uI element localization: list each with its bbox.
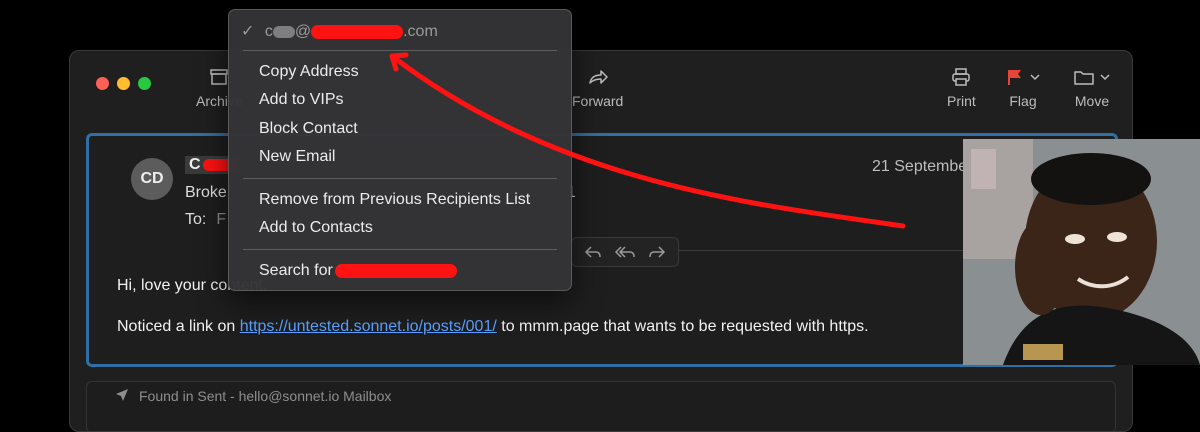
- found-in-sent-text: Found in Sent - hello@sonnet.io Mailbox: [139, 388, 392, 404]
- zoom-window-button[interactable]: [138, 77, 151, 90]
- to-label: To:: [185, 211, 207, 228]
- move-folder-icon: [1074, 71, 1094, 85]
- body-paragraph: Noticed a link on https://untested.sonne…: [117, 318, 869, 336]
- contact-context-menu: ✓ c @ .com Copy Address Add to VIPs Block …: [228, 9, 572, 291]
- flag-label: Flag: [1009, 93, 1037, 109]
- to-value[interactable]: F: [216, 211, 226, 228]
- found-in-sent-bar[interactable]: Found in Sent - hello@sonnet.io Mailbox: [86, 381, 1116, 431]
- subject-start: Broke: [185, 184, 227, 201]
- redaction-scribble: [334, 263, 457, 278]
- message-date: 21 September: [872, 158, 973, 175]
- menu-divider: [243, 249, 557, 250]
- menu-item-add-to-contacts[interactable]: Add to Contacts: [259, 219, 373, 237]
- meme-photo: [963, 139, 1200, 365]
- sent-arrow-icon: [116, 389, 128, 401]
- flag-icon: [1008, 70, 1021, 85]
- forward-small-icon[interactable]: [648, 245, 666, 259]
- menu-divider: [243, 178, 557, 179]
- address-at: @: [294, 23, 312, 40]
- menu-item-remove-from-recipients[interactable]: Remove from Previous Recipients List: [259, 191, 530, 209]
- forward-icon: [588, 70, 608, 84]
- menu-divider: [243, 50, 557, 51]
- forward-label: Forward: [572, 93, 624, 109]
- address-start: c: [264, 23, 273, 40]
- message-actions: [571, 237, 679, 267]
- body-link[interactable]: https://untested.sonnet.io/posts/001/: [240, 318, 497, 335]
- reply-icon[interactable]: [584, 245, 602, 259]
- body-line2-prefix: Noticed a link on: [117, 318, 240, 335]
- print-icon: [952, 68, 971, 86]
- address-domain: .com: [403, 23, 438, 40]
- redaction-scribble: [311, 24, 404, 39]
- body-line1: Hi, love your c: [117, 277, 219, 294]
- body-line2-suffix: to mmm.page that wants to be requested w…: [496, 318, 869, 335]
- flag-button[interactable]: Flag: [1006, 67, 1040, 109]
- menu-item-copy-address[interactable]: Copy Address: [259, 63, 359, 81]
- window-controls: [96, 77, 151, 90]
- archive-icon: [210, 69, 229, 85]
- sender-name-visible: C: [189, 156, 201, 173]
- checkmark-icon: ✓: [241, 23, 255, 40]
- chevron-down-icon: [1100, 74, 1110, 81]
- menu-item-new-email[interactable]: New Email: [259, 148, 335, 166]
- search-for-label: Search for: [259, 262, 333, 279]
- redaction-scribble: [272, 25, 295, 38]
- to-row: To: F: [185, 211, 226, 229]
- move-button[interactable]: Move: [1074, 67, 1110, 109]
- menu-item-add-to-vips[interactable]: Add to VIPs: [259, 91, 344, 109]
- reply-all-icon[interactable]: [614, 245, 636, 259]
- menu-item-block-contact[interactable]: Block Contact: [259, 120, 358, 138]
- minimize-window-button[interactable]: [117, 77, 130, 90]
- print-button[interactable]: Print: [947, 67, 976, 109]
- menu-address-header: ✓ c @ .com: [241, 21, 438, 41]
- close-window-button[interactable]: [96, 77, 109, 90]
- avatar: CD: [131, 158, 173, 200]
- meme-photo-illustration: [963, 139, 1200, 365]
- forward-button[interactable]: Forward: [572, 67, 623, 109]
- menu-item-search-for[interactable]: Search for: [259, 262, 457, 280]
- print-label: Print: [947, 93, 976, 109]
- move-label: Move: [1074, 93, 1110, 109]
- chevron-down-icon: [1030, 74, 1040, 81]
